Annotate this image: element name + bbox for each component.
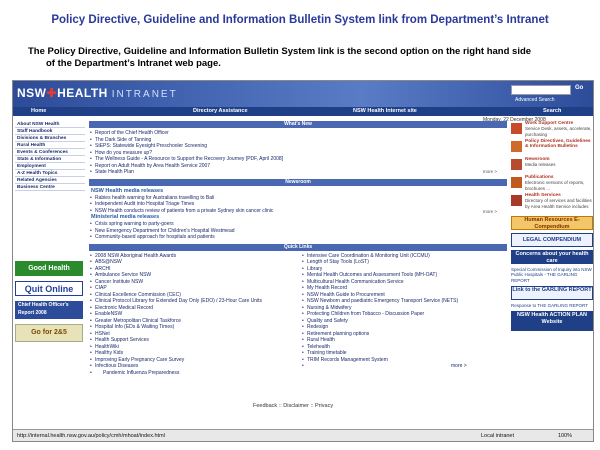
site-banner: NSW✚HEALTH INTRANET Go Advanced Search xyxy=(13,81,593,107)
quick-links-heading: Quick Links xyxy=(89,243,507,251)
slide-subtitle: The Policy Directive, Guideline and Info… xyxy=(28,46,588,70)
good-health-promo[interactable]: Good Health xyxy=(15,261,83,276)
special-commission-text[interactable]: Special Commission of Inquiry into NSW P… xyxy=(511,267,593,283)
slide-subtitle-line-1: The Policy Directive, Guideline and Info… xyxy=(28,46,532,57)
right-item-text: Work Support Centre Service Desk, assets,… xyxy=(525,121,593,138)
slide-subtitle-line-2: of the Department’s Intranet web page. xyxy=(46,58,221,69)
quit-online-promo[interactable]: Quit Online xyxy=(15,281,83,296)
status-url: http://internal.health.nsw.gov.au/policy… xyxy=(17,433,165,439)
newspaper-icon xyxy=(511,159,522,170)
quick-links-right-column: Intensive Care Coordination & Monitoring… xyxy=(301,253,507,377)
health-services-icon xyxy=(511,195,522,206)
zoom-level[interactable]: 100% xyxy=(558,433,572,439)
right-item-policy-directives[interactable]: Policy Directives, Guidelines & Informat… xyxy=(511,139,593,156)
browser-status-bar: http://internal.health.nsw.gov.au/policy… xyxy=(13,429,593,441)
garling-response-text[interactable]: Response to THE GARLING REPORT xyxy=(511,303,593,308)
footer-links[interactable]: Feedback :: Disclaimer :: Privacy xyxy=(253,403,333,409)
whats-new-section: What’s New Report of the Chief Health Of… xyxy=(89,121,507,176)
newsroom-section: Newsroom NSW Health media releases Rabie… xyxy=(89,178,507,241)
security-zone: Local intranet xyxy=(481,433,515,439)
policy-document-icon xyxy=(511,141,522,152)
whats-new-more-link[interactable]: more > xyxy=(483,169,497,174)
left-nav-item[interactable]: Divisions & Branches xyxy=(15,135,85,142)
right-item-title: Policy Directives, Guidelines & Informat… xyxy=(525,139,591,150)
newsroom-more-link[interactable]: more > xyxy=(483,209,497,214)
media-releases-heading[interactable]: NSW Health media releases xyxy=(89,188,507,195)
right-item-desc: Electronic versions of reports, brochure… xyxy=(525,180,585,191)
go-button[interactable]: Go xyxy=(575,85,583,91)
right-item-text: Publications Electronic versions of repor… xyxy=(525,175,593,192)
nav-directory-assistance[interactable]: Directory Assistance xyxy=(193,108,248,114)
quick-links-left-column: 2008 NSW Aboriginal Health Awards ABS@NS… xyxy=(89,253,295,377)
search-input[interactable] xyxy=(511,85,571,95)
left-nav-item[interactable]: Employment xyxy=(15,163,85,170)
advanced-search-link[interactable]: Advanced Search xyxy=(515,97,554,103)
publications-icon xyxy=(511,177,522,188)
quick-links-section: Quick Links 2008 NSW Aboriginal Health A… xyxy=(89,243,507,377)
right-item-desc: Directory of services and facilities by … xyxy=(525,198,592,209)
main-content: What’s New Report of the Chief Health Of… xyxy=(89,121,507,376)
right-item-desc: Media releases xyxy=(525,162,556,168)
whats-new-heading: What’s New xyxy=(89,121,507,128)
right-item-health-services[interactable]: Health Services Directory of services and… xyxy=(511,193,593,215)
left-nav-item[interactable]: Rural Health xyxy=(15,142,85,149)
right-item-desc: Service Desk, assets, accelerate, purcha… xyxy=(525,126,592,137)
ministerial-release-item[interactable]: Community-based approach for hospitals a… xyxy=(89,234,507,241)
quick-links-columns: 2008 NSW Aboriginal Health Awards ABS@NS… xyxy=(89,253,507,377)
logo-cross-icon: ✚ xyxy=(46,86,58,100)
top-navbar: Home Directory Assistance NSW Health Int… xyxy=(13,107,593,116)
legal-compendium-button[interactable]: LEGAL COMPENDIUM xyxy=(511,233,593,247)
slide-title: Policy Directive, Guideline and Informat… xyxy=(51,14,549,26)
intranet-screenshot: NSW✚HEALTH INTRANET Go Advanced Search H… xyxy=(12,80,594,442)
go-for-2-5-promo[interactable]: Go for 2&5 xyxy=(15,324,83,342)
quick-link-subitem[interactable]: Pandemic Influenza Preparedness xyxy=(89,370,295,377)
action-plan-button[interactable]: NSW Health ACTION PLAN Website xyxy=(511,311,593,332)
quick-links-more-link[interactable]: more > xyxy=(301,363,507,370)
media-release-item[interactable]: NSW Health conducts review of patients f… xyxy=(89,208,507,215)
ministerial-releases-heading[interactable]: Ministerial media releases xyxy=(89,214,507,221)
left-nav-item[interactable]: Staff Handbook xyxy=(15,128,85,135)
left-nav: About NSW Health Staff Handbook Division… xyxy=(15,121,85,191)
right-item-text: Newsroom Media releases xyxy=(525,157,556,174)
left-nav-item[interactable]: Events & Conferences xyxy=(15,149,85,156)
left-nav-item[interactable]: Stats & Information xyxy=(15,156,85,163)
newsroom-heading: Newsroom xyxy=(89,178,507,186)
work-support-icon xyxy=(511,123,522,134)
logo-nsw: NSW xyxy=(17,86,47,100)
right-item-newsroom[interactable]: Newsroom Media releases xyxy=(511,157,593,174)
nav-internet-site[interactable]: NSW Health Internet site xyxy=(353,108,417,114)
hr-ecompendium-button[interactable]: Human Resources E-Compendium xyxy=(511,216,593,230)
logo-intranet: INTRANET xyxy=(111,89,178,100)
cho-report-promo[interactable]: Chief Health Officer's Report 2008 xyxy=(15,301,83,319)
site-logo[interactable]: NSW✚HEALTH INTRANET xyxy=(17,86,178,100)
right-item-text: Health Services Directory of services and… xyxy=(525,193,593,215)
logo-health: HEALTH xyxy=(57,86,108,100)
whats-new-item[interactable]: State Health Plan xyxy=(89,169,507,176)
left-nav-item[interactable]: Business Centre xyxy=(15,184,85,191)
right-column: Work Support Centre Service Desk, assets,… xyxy=(511,121,593,334)
garling-report-link[interactable]: Link to the GARLING REPORT xyxy=(511,285,593,300)
left-nav-item[interactable]: About NSW Health xyxy=(15,121,85,128)
nav-home[interactable]: Home xyxy=(31,108,46,114)
left-nav-item[interactable]: A-Z Health Topics xyxy=(15,170,85,177)
left-nav-item[interactable]: Related Agencies xyxy=(15,177,85,184)
concerns-health-care-button[interactable]: Concerns about your health care xyxy=(511,250,593,264)
nav-search[interactable]: Search xyxy=(543,108,561,114)
right-item-text: Policy Directives, Guidelines & Informat… xyxy=(525,139,593,156)
right-item-work-support[interactable]: Work Support Centre Service Desk, assets,… xyxy=(511,121,593,138)
right-item-publications[interactable]: Publications Electronic versions of repor… xyxy=(511,175,593,192)
